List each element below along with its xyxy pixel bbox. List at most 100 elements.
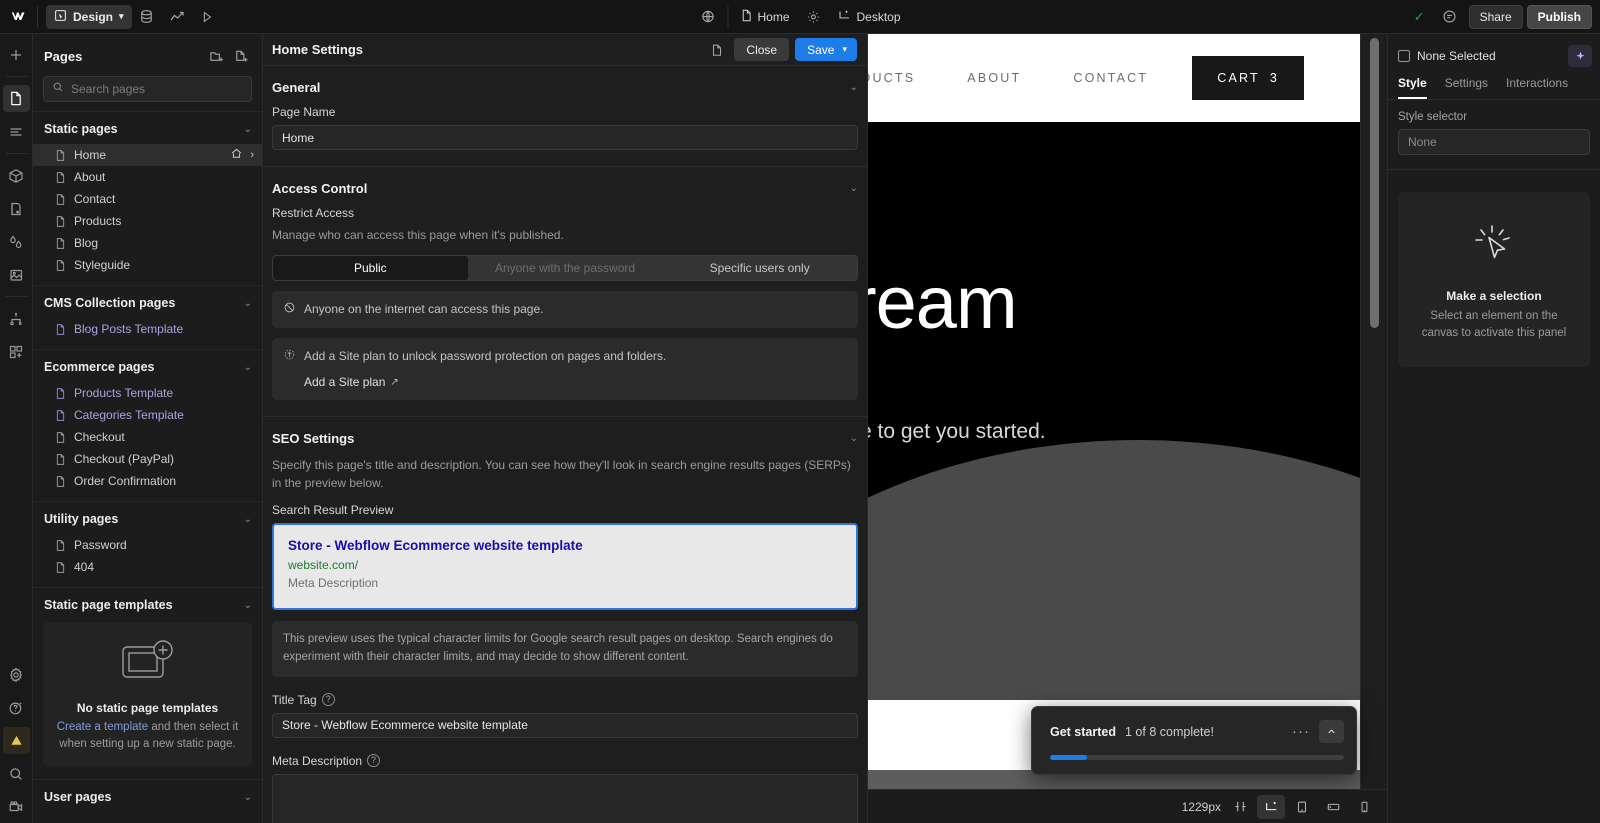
- settings-gear-icon[interactable]: [3, 661, 30, 688]
- chevron-down-icon[interactable]: ⌄: [244, 298, 252, 309]
- pages-section-header-static-page-templates[interactable]: Static page templates ⌄: [33, 588, 262, 620]
- chevron-down-icon[interactable]: ⌄: [850, 433, 858, 444]
- help-question-icon[interactable]: ?: [367, 754, 381, 768]
- chevron-down-icon[interactable]: ▾: [842, 44, 847, 55]
- close-button[interactable]: Close: [734, 38, 790, 61]
- mobile-portrait-breakpoint-icon[interactable]: [1350, 795, 1378, 819]
- style-selector-input[interactable]: None: [1398, 129, 1590, 155]
- home-icon[interactable]: [230, 147, 243, 163]
- add-site-plan-link[interactable]: Add a Site plan ↗: [283, 373, 399, 391]
- tab-settings[interactable]: Settings: [1445, 76, 1488, 99]
- tablet-breakpoint-icon[interactable]: [1288, 795, 1316, 819]
- chevron-down-icon[interactable]: ⌄: [850, 183, 858, 194]
- breakpoint-chip[interactable]: Desktop: [830, 5, 907, 29]
- page-item-password[interactable]: Password: [33, 534, 262, 556]
- pages-section-header-cms-collection-pages[interactable]: CMS Collection pages ⌄: [33, 286, 262, 318]
- seo-section-header[interactable]: SEO Settings ⌄: [272, 417, 858, 456]
- analyze-chart-icon[interactable]: [162, 4, 192, 30]
- duplicate-page-icon[interactable]: [706, 39, 728, 61]
- pages-section-header-user-pages[interactable]: User pages ⌄: [33, 780, 262, 812]
- create-template-link[interactable]: Create a template: [57, 721, 148, 733]
- new-folder-icon[interactable]: [205, 45, 227, 67]
- pages-section-header-ecommerce-pages[interactable]: Ecommerce pages ⌄: [33, 350, 262, 382]
- search-magnifier-icon[interactable]: [3, 760, 30, 787]
- tab-interactions[interactable]: Interactions: [1506, 76, 1568, 99]
- access-option-anyone-with-the-password[interactable]: Anyone with the password: [468, 256, 663, 280]
- webflow-logo-icon[interactable]: [0, 0, 34, 34]
- save-button[interactable]: Save ▾: [795, 38, 857, 61]
- meta-description-input[interactable]: [272, 773, 858, 823]
- video-tutorials-icon[interactable]: [3, 793, 30, 820]
- help-question-icon[interactable]: [3, 694, 30, 721]
- chevron-right-icon[interactable]: ›: [250, 149, 254, 161]
- page-item-products-template[interactable]: Products Template: [33, 382, 262, 404]
- page-item-order-confirmation[interactable]: Order Confirmation: [33, 470, 262, 492]
- current-page-chip[interactable]: Home: [733, 5, 796, 29]
- pages-list-scroll[interactable]: Static pages ⌄ Home › About Contact Products Bl…: [33, 111, 262, 823]
- publish-button[interactable]: Publish: [1526, 4, 1592, 29]
- globe-localization-icon[interactable]: [692, 4, 722, 30]
- chevron-down-icon[interactable]: ⌄: [244, 514, 252, 525]
- chevron-down-icon[interactable]: ⌄: [244, 124, 252, 135]
- page-item-products[interactable]: Products: [33, 210, 262, 232]
- cms-database-icon[interactable]: [132, 4, 162, 30]
- page-item-blog-posts-template[interactable]: Blog Posts Template: [33, 318, 262, 340]
- navigator-layers-icon[interactable]: [3, 118, 30, 145]
- page-item-checkout-paypal[interactable]: Checkout (PayPal): [33, 448, 262, 470]
- share-button[interactable]: Share: [1468, 4, 1523, 29]
- restrict-access-segmented-control[interactable]: Public Anyone with the password Specific u…: [272, 255, 858, 281]
- page-name-input[interactable]: [272, 125, 858, 150]
- resize-handles-icon[interactable]: [1226, 795, 1254, 819]
- page-item-checkout[interactable]: Checkout: [33, 426, 262, 448]
- issues-warning-icon[interactable]: [2, 727, 30, 754]
- assets-image-icon[interactable]: [3, 261, 30, 288]
- nav-link-products[interactable]: PRODUCTS: [868, 71, 941, 85]
- chevron-down-icon[interactable]: ⌄: [244, 792, 252, 803]
- page-item-categories-template[interactable]: Categories Template: [33, 404, 262, 426]
- chevron-down-icon[interactable]: ⌄: [244, 362, 252, 373]
- style-manager-icon[interactable]: [3, 195, 30, 222]
- gear-icon[interactable]: [798, 4, 828, 30]
- pages-section-header-utility-pages[interactable]: Utility pages ⌄: [33, 502, 262, 534]
- page-item-about[interactable]: About: [33, 166, 262, 188]
- page-item-blog[interactable]: Blog: [33, 232, 262, 254]
- comment-bubble-icon[interactable]: [1435, 4, 1465, 30]
- nav-link-about[interactable]: ABOUT: [941, 71, 1047, 85]
- pages-icon[interactable]: [2, 85, 30, 112]
- chevron-down-icon[interactable]: ⌄: [850, 82, 858, 93]
- search-input[interactable]: [71, 82, 243, 96]
- access-option-specific-users-only[interactable]: Specific users only: [662, 256, 857, 280]
- components-cube-icon[interactable]: [3, 162, 30, 189]
- help-question-icon[interactable]: ?: [321, 693, 335, 707]
- tab-style[interactable]: Style: [1398, 76, 1427, 99]
- cart-button[interactable]: CART 3: [1192, 56, 1304, 100]
- page-item-contact[interactable]: Contact: [33, 188, 262, 210]
- add-elements-icon[interactable]: [3, 41, 30, 68]
- new-page-icon[interactable]: [230, 45, 252, 67]
- nav-link-contact[interactable]: CONTACT: [1047, 71, 1174, 85]
- pages-section-header-static-pages[interactable]: Static pages ⌄: [33, 112, 262, 144]
- desktop-breakpoint-icon[interactable]: [1257, 794, 1285, 819]
- title-tag-input[interactable]: [272, 712, 858, 738]
- access-option-public[interactable]: Public: [273, 256, 468, 280]
- canvas-scrollbar[interactable]: [1370, 38, 1379, 328]
- page-item-404[interactable]: 404: [33, 556, 262, 578]
- preview-play-icon[interactable]: [192, 4, 222, 30]
- search-pages-box[interactable]: [43, 76, 252, 102]
- chevron-down-icon[interactable]: ⌄: [244, 600, 252, 611]
- more-options-icon[interactable]: ···: [1287, 723, 1315, 740]
- mobile-landscape-breakpoint-icon[interactable]: [1319, 795, 1347, 819]
- page-item-styleguide[interactable]: Styleguide: [33, 254, 262, 276]
- chevron-up-icon[interactable]: [1319, 720, 1344, 743]
- canvas-frame[interactable]: PRODUCTS ABOUT CONTACT CART 3 ream e to …: [868, 34, 1360, 789]
- design-mode-button[interactable]: Design ▾: [46, 4, 132, 29]
- settings-scroll-area[interactable]: General ⌄ Page Name Access Control ⌄ Res…: [263, 66, 867, 823]
- general-section-header[interactable]: General ⌄: [272, 66, 858, 105]
- style-panel-tabs[interactable]: Style Settings Interactions: [1388, 76, 1600, 100]
- ai-sparkle-icon[interactable]: [1568, 45, 1592, 67]
- variables-drops-icon[interactable]: [3, 228, 30, 255]
- page-item-home[interactable]: Home ›: [33, 144, 262, 166]
- apps-grid-icon[interactable]: [3, 338, 30, 365]
- access-control-section-header[interactable]: Access Control ⌄: [272, 167, 858, 206]
- logic-flow-icon[interactable]: [3, 305, 30, 332]
